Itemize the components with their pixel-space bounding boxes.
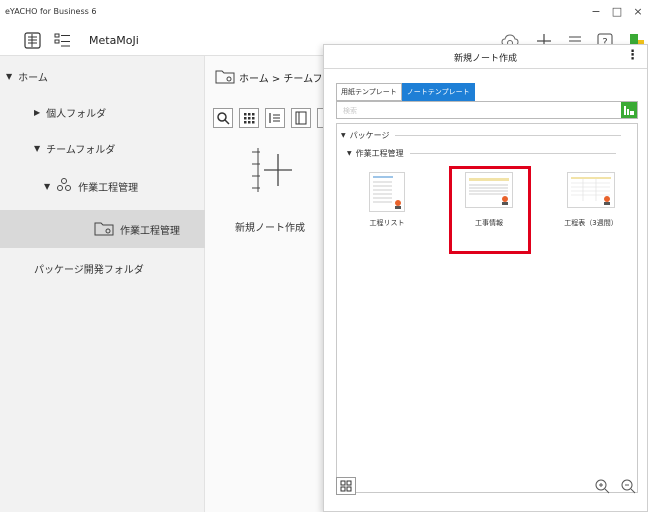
tab-paper-template[interactable]: 用紙テンプレート: [336, 83, 402, 101]
new-note-icon: [252, 148, 292, 192]
folder-sidebar: ▼ ホーム ▶ 個人フォルダ ▼ チームフォルダ ▼ 作業工程管理 作業工程管理…: [0, 56, 205, 512]
search-placeholder: 検索: [343, 107, 357, 115]
sidebar-item-label: 作業工程管理: [78, 182, 139, 194]
search-icon: [217, 112, 230, 125]
template-item[interactable]: 工程リスト: [347, 172, 427, 262]
grid-view-button[interactable]: [239, 108, 259, 128]
more-options-icon[interactable]: ⋮: [626, 48, 639, 63]
notebook-icon: [295, 111, 307, 125]
grid-icon: [340, 480, 352, 492]
panel-title: 新規ノート作成: [453, 54, 517, 64]
caret-down-icon: ▼: [34, 143, 41, 153]
template-item[interactable]: 工程表（3週間）: [551, 172, 631, 262]
template-tabs: 用紙テンプレート ノートテンプレート: [336, 83, 475, 101]
new-note-panel: 新規ノート作成 ⋮ 用紙テンプレート ノートテンプレート 検索 ▼ パッケージ …: [323, 44, 648, 512]
caret-down-icon: ▼: [6, 71, 13, 81]
list-settings-icon[interactable]: [52, 30, 74, 52]
grid-view-icon: [244, 113, 255, 124]
sidebar-item-label: ホーム: [18, 72, 48, 84]
list-view-button[interactable]: [265, 108, 285, 128]
sidebar-item-label: 個人フォルダ: [46, 108, 107, 120]
close-button[interactable]: ×: [628, 4, 648, 20]
window-titlebar: eYACHO for Business 6 − □ ×: [0, 0, 648, 26]
grid-toggle-button[interactable]: [336, 477, 356, 495]
team-folder-icon: [94, 220, 114, 239]
new-note-tile[interactable]: [250, 146, 298, 194]
filter-icon: [624, 106, 634, 115]
zoom-out-button[interactable]: [620, 478, 636, 494]
brand-name: MetaMoJi: [89, 34, 139, 47]
template-search-input[interactable]: 検索: [336, 101, 638, 119]
sidebar-item-package-folder[interactable]: パッケージ開発フォルダ: [0, 250, 205, 286]
template-list: ▼ パッケージ ▼ 作業工程管理 工程リスト 工事情報 工程表（3週間）: [336, 123, 638, 493]
zoom-in-icon: [595, 479, 610, 494]
template-label: 工程リスト: [369, 219, 405, 227]
app-title: eYACHO for Business 6: [5, 7, 97, 16]
group-label: パッケージ: [349, 131, 390, 140]
sidebar-item-home[interactable]: ▼ ホーム: [0, 58, 205, 94]
minimize-button[interactable]: −: [586, 4, 606, 20]
template-thumbnail: [567, 172, 615, 208]
group-header-process[interactable]: ▼ 作業工程管理: [347, 148, 635, 159]
caret-down-icon: ▼: [44, 181, 51, 191]
notebook-view-button[interactable]: [291, 108, 311, 128]
caret-down-icon: ▼: [347, 150, 352, 157]
template-label: 工程表（3週間）: [564, 219, 618, 227]
list-view-icon: [269, 113, 280, 123]
sidebar-item-team-folder[interactable]: ▼ チームフォルダ: [0, 130, 205, 166]
sidebar-item-process-group[interactable]: ▼ 作業工程管理: [0, 168, 205, 204]
sidebar-item-process-folder[interactable]: 作業工程管理: [0, 210, 205, 248]
caret-right-icon: ▶: [34, 107, 41, 117]
tab-note-template[interactable]: ノートテンプレート: [401, 83, 475, 101]
group-header-package[interactable]: ▼ パッケージ: [341, 130, 635, 141]
subgroup-label: 作業工程管理: [355, 149, 404, 158]
zoom-in-button[interactable]: [594, 478, 610, 494]
selection-highlight: [449, 166, 531, 254]
search-submit-button[interactable]: [621, 102, 637, 118]
search-button[interactable]: [213, 108, 233, 128]
layout-icon[interactable]: [22, 30, 44, 52]
team-folder-icon: [215, 68, 235, 87]
sidebar-item-label: パッケージ開発フォルダ: [34, 264, 144, 276]
sidebar-item-label: 作業工程管理: [120, 225, 180, 237]
new-note-label[interactable]: 新規ノート作成: [235, 219, 305, 234]
panel-header: 新規ノート作成 ⋮: [324, 45, 647, 69]
caret-down-icon: ▼: [341, 132, 346, 139]
group-folder-icon: [56, 177, 72, 196]
template-thumbnail: [369, 172, 405, 212]
zoom-out-icon: [621, 479, 636, 494]
sidebar-item-label: チームフォルダ: [46, 144, 116, 156]
sidebar-item-personal-folder[interactable]: ▶ 個人フォルダ: [0, 94, 205, 130]
maximize-button[interactable]: □: [607, 4, 627, 20]
